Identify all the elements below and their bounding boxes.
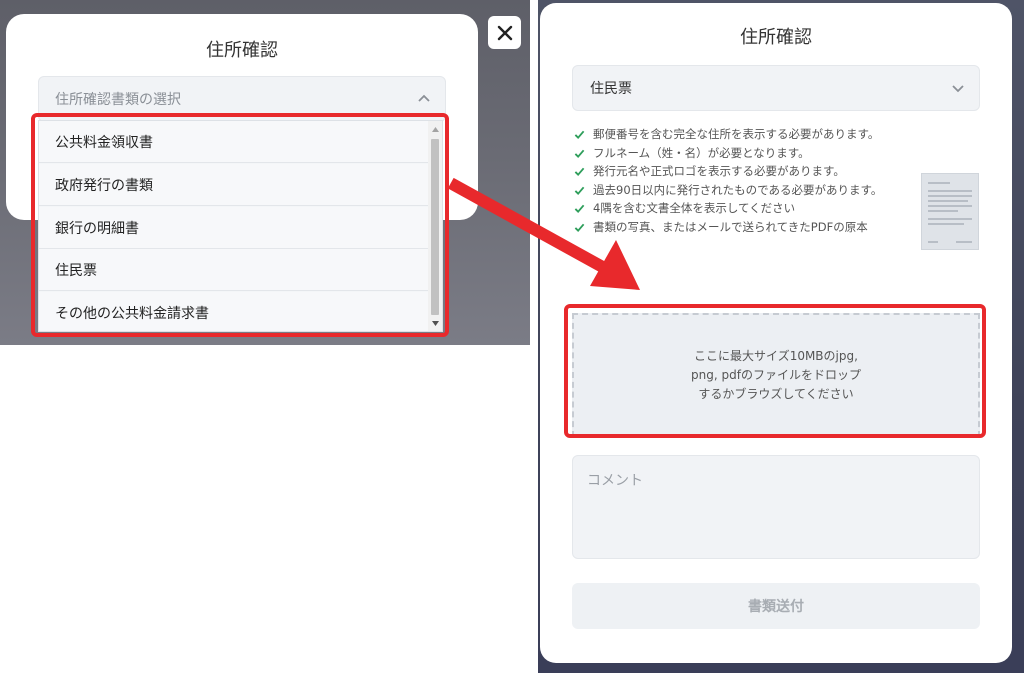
modal-title: 住所確認: [740, 27, 812, 48]
check-icon: [574, 149, 585, 158]
close-button[interactable]: [488, 16, 521, 49]
selected-document: 住民票: [590, 81, 632, 97]
red-arrow-icon: [447, 177, 640, 290]
scroll-down-icon[interactable]: [431, 319, 439, 327]
requirement-item: 郵便番号を含む完全な住所を表示する必要があります。: [572, 125, 890, 144]
scroll-up-icon[interactable]: [431, 125, 439, 133]
document-example-icon: [921, 173, 979, 250]
document-type-select[interactable]: 住民票: [572, 65, 980, 111]
dropdown-option[interactable]: その他の公共料金請求書: [39, 292, 429, 331]
document-type-dropdown: 公共料金領収書 政府発行の書類 銀行の明細書 住民票 その他の公共料金請求書: [38, 120, 443, 332]
chevron-up-icon: [417, 91, 431, 105]
dropdown-option[interactable]: 住民票: [39, 249, 429, 291]
dropdown-option[interactable]: 銀行の明細書: [39, 207, 429, 249]
screenshot-composite: 住所確認 住所確認書類の選択 公共料金領収書 政府発行の書類 銀行の明細書 住民…: [0, 0, 1024, 673]
document-type-select[interactable]: 住所確認書類の選択: [38, 76, 446, 122]
modal-title: 住所確認: [206, 40, 278, 61]
chevron-down-icon: [951, 82, 965, 96]
file-dropzone[interactable]: ここに最大サイズ10MBのjpg, png, pdfのファイルをドロップするかブ…: [572, 313, 980, 437]
right-modal: 住所確認 住民票 郵便番号を含む完全な住所を表示する必要があります。 フルネーム…: [540, 3, 1012, 663]
dropdown-option[interactable]: 公共料金領収書: [39, 121, 429, 163]
comment-field[interactable]: [572, 455, 980, 559]
requirement-item: フルネーム（姓・名）が必要となります。: [572, 144, 890, 163]
dropzone-text: ここに最大サイズ10MBのjpg, png, pdfのファイルをドロップするかブ…: [691, 348, 861, 401]
check-icon: [574, 130, 585, 140]
select-placeholder: 住所確認書類の選択: [55, 92, 181, 108]
close-icon: [497, 25, 512, 40]
submit-documents-button[interactable]: 書類送付: [572, 583, 980, 629]
dropdown-option[interactable]: 政府発行の書類: [39, 164, 429, 206]
scroll-thumb[interactable]: [431, 139, 439, 315]
